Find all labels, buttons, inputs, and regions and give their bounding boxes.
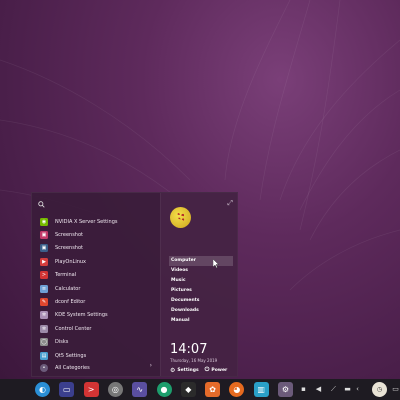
app-item[interactable]: ◯ Disks [32, 336, 160, 349]
taskbar-terminal-icon[interactable]: > [83, 382, 99, 397]
menu-side-panel: ⤢ Computer Videos Music Pictures Documents Do… [160, 193, 238, 376]
terminal-icon: > [40, 271, 48, 280]
place-computer[interactable]: Computer [169, 256, 233, 266]
app-item[interactable]: ✲ KDE System Settings [32, 309, 160, 322]
playonlinux-icon: ▶ [40, 257, 48, 266]
app-label: Qt5 Settings [55, 352, 87, 359]
power-label: Power [211, 367, 228, 373]
tray-box-icon[interactable]: ▪ [298, 384, 309, 395]
volume-icon[interactable]: ◀ [313, 384, 324, 395]
search-bar[interactable] [38, 199, 156, 211]
search-input[interactable] [48, 199, 156, 211]
settings-button[interactable]: ⚙ Settings [170, 366, 199, 374]
taskbar-firefox-icon[interactable]: ◕ [229, 382, 245, 397]
app-item[interactable]: ≡ Calculator [32, 282, 160, 295]
taskbar-disk-icon[interactable]: ◎ [107, 382, 123, 397]
nvidia-icon: ◉ [40, 217, 48, 226]
disks-icon: ◯ [40, 338, 48, 347]
app-item[interactable]: ✲ Control Center [32, 322, 160, 335]
taskbar-photos-icon[interactable]: ✿ [205, 382, 221, 397]
power-button[interactable]: ⏻ Power [205, 366, 228, 374]
qt-settings-icon: ▤ [40, 351, 48, 360]
network-icon[interactable]: ⟋ [328, 384, 339, 395]
control-center-icon: ✲ [40, 324, 48, 333]
app-item[interactable]: ✎ dconf Editor [32, 295, 160, 308]
app-label: Disks [55, 339, 69, 346]
place-music[interactable]: Music [169, 276, 233, 286]
app-item[interactable]: > Terminal [32, 269, 160, 282]
clock: 14:07 [170, 342, 208, 357]
screenshot-icon: ▣ [40, 244, 48, 253]
expand-icon[interactable]: ⤢ [227, 199, 233, 208]
kde-settings-icon: ✲ [40, 311, 48, 320]
app-label: KDE System Settings [55, 312, 108, 319]
place-pictures[interactable]: Pictures [169, 286, 233, 296]
show-desktop-icon[interactable]: ▭ [390, 384, 400, 395]
app-item[interactable]: ▤ Qt5 Settings [32, 349, 160, 362]
system-buttons: ⚙ Settings ⏻ Power [170, 366, 227, 374]
dconf-icon: ✎ [40, 298, 48, 307]
taskbar-waveform-icon[interactable]: ▥ [253, 382, 269, 397]
clock-applet-icon[interactable]: ◷ [372, 382, 387, 397]
app-item[interactable]: ▶ PlayOnLinux [32, 255, 160, 268]
app-label: Screenshot [55, 232, 83, 239]
mouse-cursor-icon [213, 259, 219, 268]
taskbar-system-monitor-icon[interactable]: ∿ [132, 382, 148, 397]
avatar[interactable] [170, 207, 191, 228]
all-categories-label: All Categories [55, 365, 90, 371]
screenshot-icon: ▣ [40, 231, 48, 240]
place-manual[interactable]: Manual [169, 316, 233, 326]
taskbar-gear-icon[interactable]: ⚙ [278, 382, 293, 397]
places-list: Computer Videos Music Pictures Documents Down… [169, 256, 233, 326]
categories-icon: • [40, 364, 48, 372]
app-item[interactable]: ▣ Screenshot [32, 242, 160, 255]
menu-app-panel: ◉ NVIDIA X Server Settings ▣ Screenshot ▣ Scr… [32, 193, 160, 376]
app-label: dconf Editor [55, 299, 86, 306]
app-list: ◉ NVIDIA X Server Settings ▣ Screenshot ▣ Scr… [32, 215, 160, 362]
avatar-image-icon [177, 213, 185, 221]
power-icon: ⏻ [204, 366, 210, 373]
app-label: Control Center [55, 325, 92, 332]
chevron-right-icon: › [149, 362, 152, 369]
taskbar-monitor-icon[interactable]: ▭ [59, 382, 75, 397]
start-menu: ◉ NVIDIA X Server Settings ▣ Screenshot ▣ Scr… [31, 192, 238, 377]
gear-icon: ⚙ [170, 366, 176, 374]
app-item[interactable]: ◉ NVIDIA X Server Settings [32, 215, 160, 228]
app-label: Calculator [55, 285, 81, 292]
search-icon [38, 201, 45, 208]
app-label: Terminal [55, 272, 77, 279]
place-documents[interactable]: Documents [169, 296, 233, 306]
taskbar: ◐ ▭ > ◎ ∿ ● ◆ ✿ ◕ ▥ ⚙ ▪ ◀ ⟋ ▬ ‹ ◷ ▭ [0, 379, 400, 400]
taskbar-launcher-icon[interactable]: ◐ [35, 382, 50, 397]
chevron-left-icon[interactable]: ‹ [352, 384, 363, 395]
calculator-icon: ≡ [40, 284, 48, 293]
app-label: Screenshot [55, 245, 83, 252]
app-label: NVIDIA X Server Settings [55, 218, 118, 225]
place-videos[interactable]: Videos [169, 266, 233, 276]
app-label: PlayOnLinux [55, 258, 87, 265]
taskbar-settings-icon[interactable]: ● [156, 382, 172, 397]
place-downloads[interactable]: Downloads [169, 306, 233, 316]
app-item[interactable]: ▣ Screenshot [32, 228, 160, 241]
settings-label: Settings [177, 367, 199, 373]
taskbar-dark-app-icon[interactable]: ◆ [180, 382, 196, 397]
all-categories-button[interactable]: • All Categories › [32, 362, 160, 374]
date: Thursday, 16 May 2019 [170, 358, 218, 363]
